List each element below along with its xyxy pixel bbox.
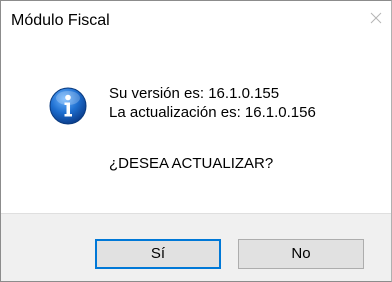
message-dialog: Módulo Fiscal Su versión es: 16.1.0.155	[0, 0, 392, 282]
yes-button[interactable]: Sí	[95, 239, 221, 269]
window-title: Módulo Fiscal	[11, 12, 110, 29]
update-question-text: ¿DESEA ACTUALIZAR?	[109, 155, 274, 172]
dialog-content: Su versión es: 16.1.0.155 La actualizaci…	[1, 37, 391, 213]
info-icon	[49, 87, 87, 125]
button-bar: Sí No	[1, 213, 391, 281]
update-version-text: La actualización es: 16.1.0.156	[109, 104, 316, 121]
close-button[interactable]	[365, 7, 387, 29]
close-icon	[370, 12, 382, 24]
current-version-text: Su versión es: 16.1.0.155	[109, 85, 280, 102]
no-button[interactable]: No	[238, 239, 364, 269]
title-bar[interactable]: Módulo Fiscal	[1, 1, 391, 37]
